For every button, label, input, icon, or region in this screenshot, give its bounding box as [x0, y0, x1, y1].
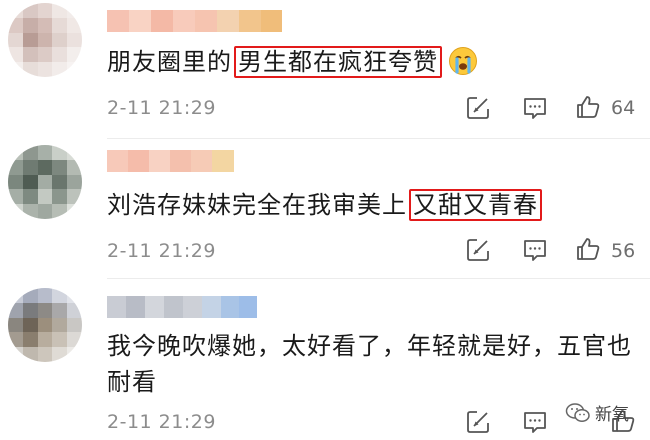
share-icon[interactable] — [465, 409, 491, 435]
comment-text-line-1: 我今晚吹爆她，太好看了，年轻就是好，五官也 — [107, 332, 632, 360]
comment-item: 我今晚吹爆她，太好看了，年轻就是好，五官也 耐看 2-11 21:29 — [0, 0, 650, 440]
comment-icon[interactable] — [522, 409, 548, 435]
avatar[interactable] — [8, 288, 82, 362]
comment-text-line-2: 耐看 — [107, 368, 157, 396]
watermark: 新氧 — [565, 400, 629, 425]
username-blurred[interactable] — [107, 296, 257, 318]
wechat-icon — [565, 402, 590, 422]
watermark-text: 新氧 — [595, 405, 629, 425]
timestamp: 2-11 21:29 — [107, 411, 216, 433]
